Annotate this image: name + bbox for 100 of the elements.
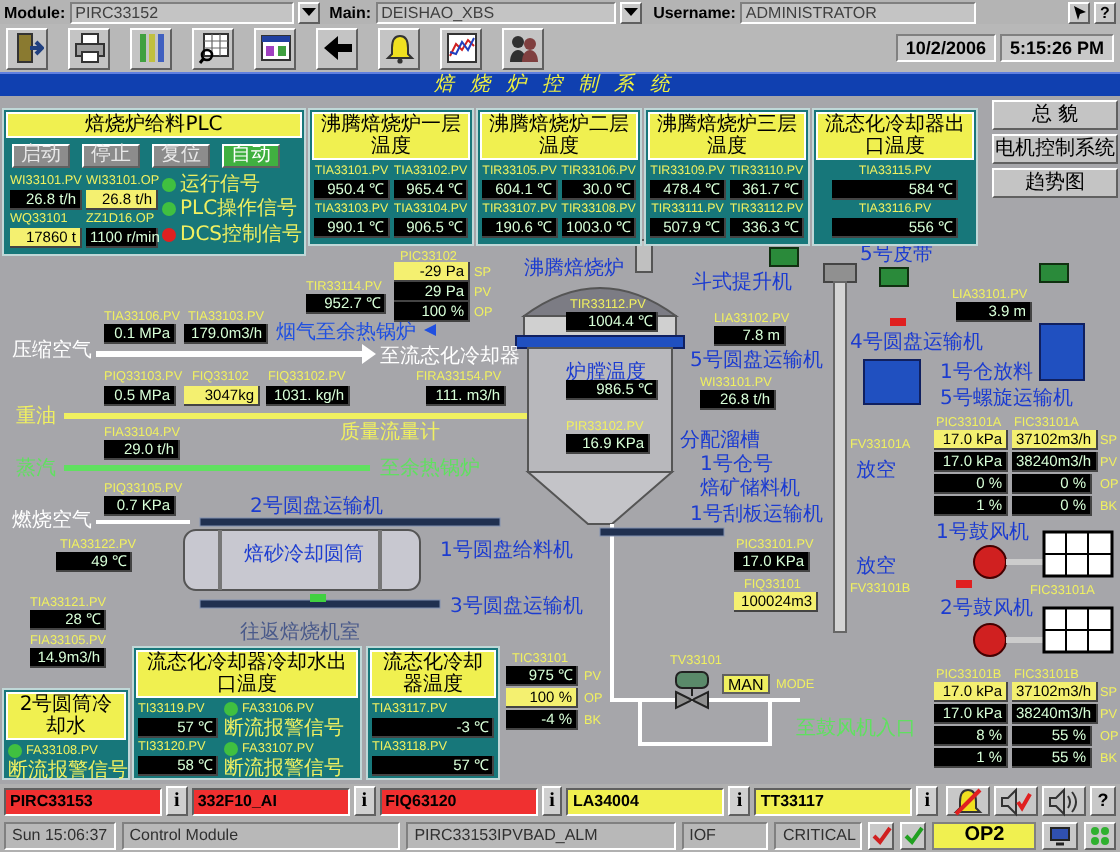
panel-title: 2号圆筒冷却水 — [6, 692, 126, 740]
equipment-label: 炉膛温度 — [566, 362, 646, 384]
equipment-label: 放空 — [856, 460, 896, 482]
pipe-label: 至余热锅炉 — [380, 458, 480, 480]
nav-button[interactable]: 总 貌 — [992, 100, 1118, 130]
equipment-label: 焙砂冷却圆筒 — [244, 544, 364, 566]
equipment-label: 5号圆盘运输机 — [690, 350, 823, 372]
toolbar-button[interactable] — [192, 27, 234, 69]
check-icon — [903, 825, 924, 845]
printer-icon — [73, 32, 105, 64]
pipe-label: 往返焙烧机室 — [240, 622, 360, 644]
pipe-label: 至流态化冷却器 — [380, 346, 520, 368]
caret-icon — [301, 8, 316, 16]
grid-drawing — [1042, 530, 1114, 578]
pipe-label: 至鼓风机入口 — [796, 718, 916, 740]
toolbar-button[interactable] — [946, 786, 991, 816]
monitor-icon — [1050, 825, 1071, 845]
toolbar-button[interactable] — [1042, 786, 1086, 816]
alarm-field[interactable]: PIRC33153 — [4, 787, 162, 815]
equipment-label: 1号仓号 — [700, 454, 773, 476]
equipment-label: 1号仓放料 — [940, 362, 1033, 384]
pointer-button[interactable] — [1068, 1, 1090, 23]
blower-drawing — [973, 545, 1044, 579]
info-button[interactable]: i — [165, 786, 188, 816]
equipment-label: 放空 — [856, 556, 896, 578]
toolbar-button[interactable] — [1042, 821, 1079, 849]
toolbar-button[interactable] — [316, 27, 358, 69]
signal-label: 断流报警信号 — [224, 758, 344, 780]
nav-button[interactable]: 电机控制系统 — [992, 134, 1118, 164]
toolbar-button[interactable] — [440, 27, 482, 69]
info-button[interactable]: i — [353, 786, 376, 816]
caret-icon — [623, 8, 638, 16]
toolbar-button[interactable] — [130, 27, 172, 69]
toolbar-button[interactable] — [900, 821, 927, 849]
operator-display: OP2 — [932, 821, 1037, 849]
pipe-label: 压缩空气 — [12, 340, 92, 362]
toolbar-button[interactable] — [254, 27, 296, 69]
help-button[interactable]: ? — [1094, 1, 1116, 23]
silo-drawing — [863, 359, 921, 405]
toolbar-button[interactable] — [1084, 821, 1116, 849]
info-button[interactable]: i — [728, 786, 751, 816]
panel-title: 流态化冷却器温度 — [370, 650, 496, 698]
toolbar-button[interactable] — [68, 27, 110, 69]
toolbar-button[interactable] — [868, 821, 895, 849]
panel-title: 沸腾焙烧炉三层温度 — [648, 112, 806, 160]
valve-drawing — [675, 671, 709, 710]
dropdown-button[interactable] — [297, 1, 320, 23]
exit-door-icon — [11, 32, 43, 64]
equipment-label: 沸腾焙烧炉 — [524, 258, 624, 280]
window-icon — [259, 32, 291, 64]
pipe-label: 重油 — [16, 406, 56, 428]
mode-button[interactable]: MAN — [722, 674, 770, 694]
info-button[interactable]: i — [541, 786, 563, 816]
toolbar-button[interactable] — [378, 27, 420, 69]
main-field[interactable]: DEISHAO_XBS — [375, 1, 616, 23]
indicator-light — [890, 318, 906, 326]
equipment-label: 焙矿储料机 — [700, 478, 800, 500]
check-icon — [871, 825, 892, 845]
equipment-label: 1号鼓风机 — [936, 522, 1029, 544]
type-display: IOF — [681, 821, 769, 849]
equipment-label: 2号鼓风机 — [940, 598, 1033, 620]
panel-title: 流态化冷却器出口温度 — [816, 112, 974, 160]
panel-title: 沸腾焙烧炉一层温度 — [312, 112, 470, 160]
toolbar-button[interactable] — [6, 27, 48, 69]
module-field[interactable]: PIRC33152 — [69, 1, 294, 23]
field-label: Username: — [653, 3, 736, 21]
equipment-label: 斗式提升机 — [692, 272, 792, 294]
priority-display: CRITICAL — [774, 821, 863, 849]
signal-label: 断流报警信号 — [8, 760, 128, 782]
nav-button[interactable]: 趋势图 — [992, 168, 1118, 198]
alarm-field[interactable]: FIQ63120 — [379, 787, 537, 815]
table-search-icon — [197, 32, 229, 64]
alarm-field[interactable]: LA34004 — [566, 787, 725, 815]
silo-drawing — [1039, 323, 1085, 381]
date-display: 10/2/2006 — [895, 34, 996, 62]
pipe-label: 烟气至余热锅炉 — [276, 322, 416, 344]
module-display: Control Module — [121, 821, 401, 849]
pipe-label: 蒸汽 — [16, 458, 56, 480]
alarm-field[interactable]: 332F10_AI — [191, 787, 350, 815]
bell-muted-icon — [952, 785, 985, 817]
username-field[interactable]: ADMINISTRATOR — [739, 1, 976, 23]
info-button[interactable]: i — [916, 786, 939, 816]
equipment-label: 3号圆盘运输机 — [450, 596, 583, 618]
help-button[interactable]: ? — [1090, 786, 1116, 816]
alarm-field[interactable]: TT33117 — [754, 787, 913, 815]
field-label: Main: — [329, 3, 372, 21]
conveyor-drawing — [599, 527, 725, 537]
equipment-label: 1号刮板运输机 — [690, 504, 823, 526]
field-label: Module: — [4, 3, 66, 21]
toolbar-button[interactable] — [994, 786, 1039, 816]
bell-icon — [383, 32, 415, 64]
equipment-label: 分配溜槽 — [680, 430, 760, 452]
chart-icon — [445, 32, 477, 64]
toolbar-button[interactable] — [502, 27, 544, 69]
panel-title: 沸腾焙烧炉二层温度 — [480, 112, 638, 160]
dropdown-button[interactable] — [619, 1, 642, 23]
circles-grid-icon — [1090, 825, 1111, 845]
signal-label: 运行信号 — [180, 173, 260, 196]
alarm-display: PIRC33153IPVBAD_ALM — [406, 821, 676, 849]
time-display: Sun 15:06:37 — [4, 821, 116, 849]
